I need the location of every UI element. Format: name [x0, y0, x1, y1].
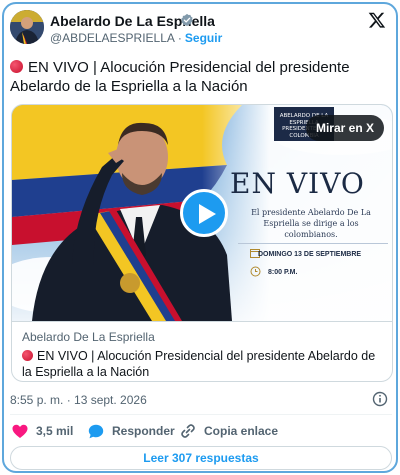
media-card[interactable]: ABELARDO DE LA ESPRIELLA PRESIDENTE DE C… — [11, 104, 393, 382]
like-button[interactable]: 3,5 mil — [12, 422, 73, 440]
heart-icon — [12, 424, 28, 438]
play-icon — [199, 204, 216, 224]
follow-button[interactable]: Seguir — [185, 31, 222, 45]
reply-button[interactable]: Responder — [88, 422, 175, 440]
promo-date: DOMINGO 13 DE SEPTIEMBRE — [258, 251, 362, 258]
tweet-text: EN VIVO | Alocución Presidencial del pre… — [10, 58, 390, 96]
author-handle[interactable]: @ABDELAESPRIELLA — [50, 31, 175, 45]
copy-link-button[interactable]: Copia enlace — [180, 422, 278, 440]
verified-icon — [181, 13, 193, 27]
link-icon — [181, 424, 195, 438]
promo-time: 8:00 P.M. — [268, 269, 298, 276]
copy-link-label: Copia enlace — [204, 424, 279, 438]
promo-description: El presidente Abelardo De La Espriella s… — [251, 208, 371, 239]
tweet-card: Abelardo De La Espriella @ABDELAESPRIELL… — [2, 2, 398, 473]
caption-title-text: EN VIVO | Alocución Presidencial del pre… — [22, 349, 376, 379]
reply-icon — [88, 424, 104, 438]
tweet-body: EN VIVO | Alocución Presidencial del pre… — [10, 59, 350, 95]
link-preview-caption[interactable]: Abelardo De La Espriella EN VIVO | Alocu… — [12, 321, 392, 381]
reply-label: Responder — [112, 424, 175, 438]
video-thumbnail[interactable]: ABELARDO DE LA ESPRIELLA PRESIDENTE DE C… — [12, 105, 392, 321]
red-circle-icon — [22, 350, 33, 361]
red-circle-icon — [10, 60, 23, 73]
divider — [10, 414, 392, 415]
promo-divider — [238, 243, 388, 244]
play-button[interactable] — [180, 189, 228, 237]
read-replies-button[interactable]: Leer 307 respuestas — [10, 446, 392, 470]
avatar[interactable] — [10, 10, 44, 44]
timestamp[interactable]: 8:55 p. m. · 13 sept. 2026 — [10, 393, 147, 407]
watch-on-x-button[interactable]: Mirar en X — [305, 115, 384, 141]
x-logo-icon[interactable] — [368, 11, 386, 29]
handle-row: @ABDELAESPRIELLA · Seguir — [50, 31, 222, 45]
info-icon[interactable] — [372, 391, 388, 407]
clock-icon — [250, 266, 261, 277]
caption-source: Abelardo De La Espriella — [22, 330, 155, 344]
caption-title: EN VIVO | Alocución Presidencial del pre… — [22, 348, 384, 380]
handle-separator: · — [177, 31, 182, 45]
like-count: 3,5 mil — [36, 424, 74, 438]
promo-title: EN VIVO — [230, 167, 365, 200]
